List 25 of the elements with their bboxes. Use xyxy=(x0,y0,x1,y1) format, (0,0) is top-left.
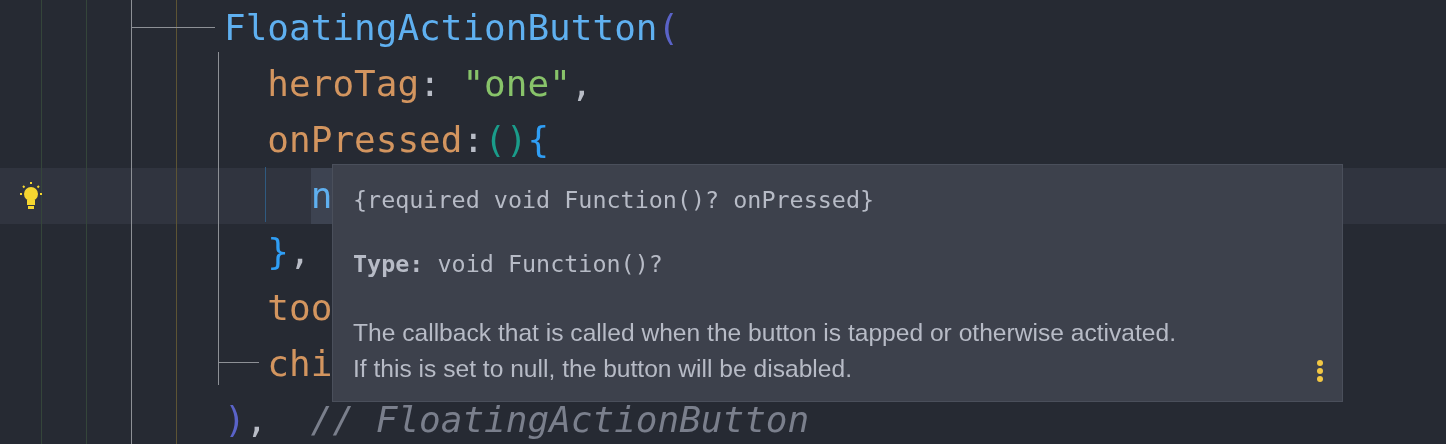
code-token: chi xyxy=(267,342,333,386)
code-token: } xyxy=(267,230,290,274)
signature-text: {required void Function()? onPressed} xyxy=(353,185,875,216)
type-label: Type: xyxy=(353,249,424,280)
code-token: too xyxy=(267,286,333,330)
description-text: If this is set to null, the button will be disabled. xyxy=(353,354,852,384)
code-token: onPressed xyxy=(267,118,463,162)
lightbulb-icon[interactable] xyxy=(17,181,45,211)
code-comment: // FloatingActionButton xyxy=(310,398,810,442)
description-text: The callback that is called when the button is tapped or otherwise activated. xyxy=(353,318,1176,348)
code-token: "one" xyxy=(462,62,571,106)
code-token: FloatingActionButton xyxy=(224,6,658,50)
more-icon[interactable] xyxy=(1316,359,1324,383)
code-token: () xyxy=(484,118,528,162)
code-token: , xyxy=(570,62,593,106)
code-token: ( xyxy=(657,6,680,50)
code-token: heroTag xyxy=(267,62,420,106)
type-value: void Function()? xyxy=(437,249,663,280)
code-token: n xyxy=(310,168,333,224)
code-token: : xyxy=(462,118,485,162)
code-token: , xyxy=(289,230,311,274)
code-token: , xyxy=(245,398,269,442)
code-token: ) xyxy=(224,398,246,442)
code-token: : xyxy=(419,62,442,106)
code-token: { xyxy=(527,118,550,162)
